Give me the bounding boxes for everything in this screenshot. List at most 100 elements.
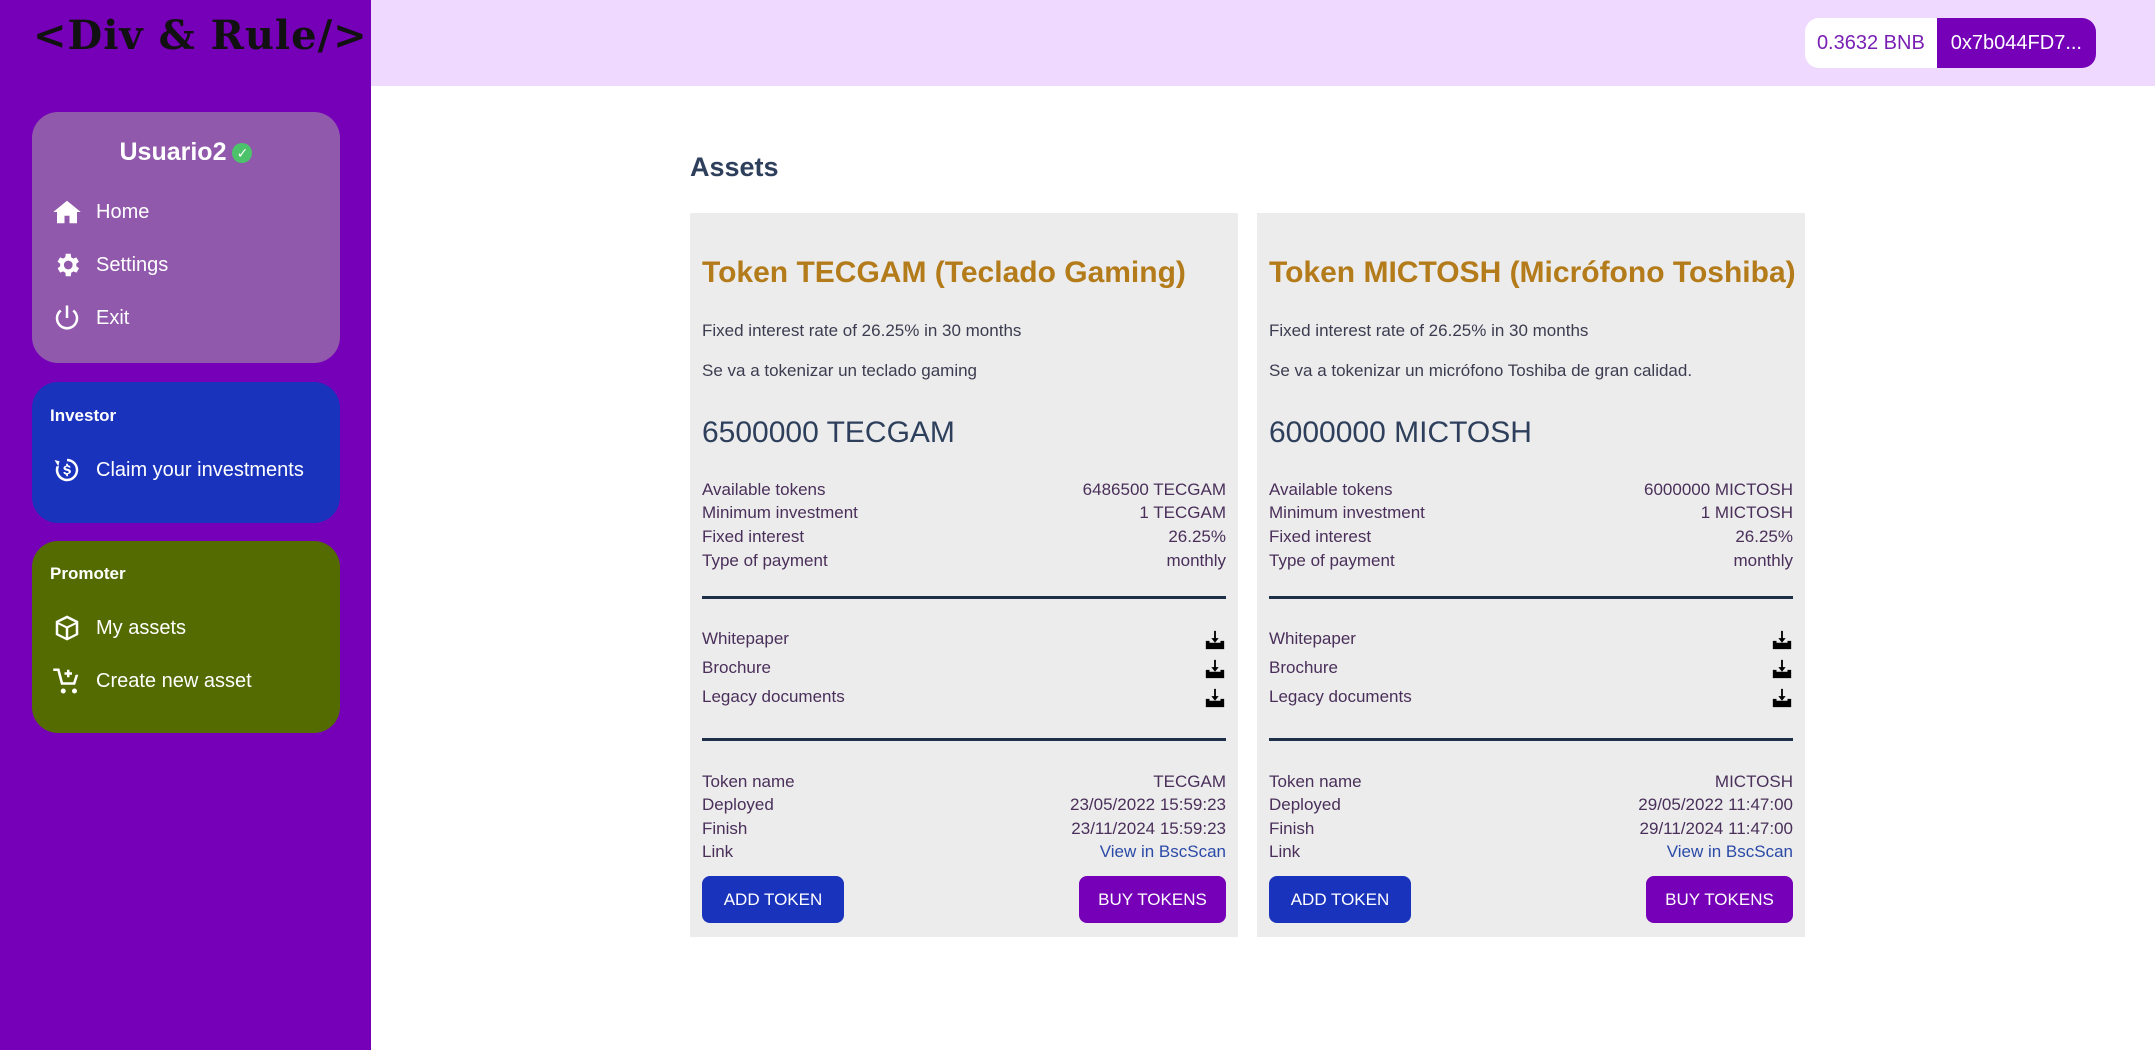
asset-rate: Fixed interest rate of 26.25% in 30 mont… (702, 321, 1022, 340)
info-value: TECGAM (1153, 772, 1226, 791)
info-value: 23/05/2022 15:59:23 (1070, 795, 1226, 814)
bscscan-link[interactable]: View in BscScan (1667, 842, 1793, 865)
detail-value: 1 MICTOSH (1700, 503, 1793, 522)
info-value: 29/11/2024 11:47:00 (1639, 819, 1793, 838)
info-label: Token name (1269, 772, 1362, 791)
detail-row: Fixed interest 26.25% (1269, 527, 1793, 550)
info-label: Token name (702, 772, 795, 791)
promoter-title: Promoter (50, 564, 126, 583)
info-row: Token name MICTOSH (1269, 772, 1793, 795)
add-token-button[interactable]: ADD TOKEN (702, 876, 844, 923)
power-icon (55, 305, 79, 330)
download-icon[interactable] (1771, 687, 1793, 710)
check-circle-icon: ✓ (232, 143, 253, 163)
bscscan-link[interactable]: View in BscScan (1100, 842, 1226, 865)
download-icon[interactable] (1771, 629, 1793, 652)
wallet-balance: 0.3632 BNB (1804, 18, 1937, 68)
asset-card: Token MICTOSH (Micrófono Toshiba) Fixed … (1257, 213, 1805, 937)
detail-row: Type of payment monthly (1269, 551, 1793, 574)
detail-value: monthly (1733, 551, 1793, 570)
nav-claim-label: Claim your investments (96, 458, 304, 481)
divider (1269, 596, 1793, 599)
document-row[interactable]: Legacy documents (702, 687, 1226, 710)
info-value: 29/05/2022 11:47:00 (1638, 795, 1793, 814)
document-label: Brochure (1269, 658, 1338, 677)
detail-row: Minimum investment 1 TECGAM (702, 503, 1226, 526)
wallet-widget[interactable]: 0.3632 BNB 0x7b044FD7... (1804, 18, 2096, 68)
info-row: Deployed 23/05/2022 15:59:23 (702, 795, 1226, 818)
document-label: Legacy documents (1269, 687, 1412, 706)
info-row: Link View in BscScan (1269, 842, 1793, 865)
detail-label: Type of payment (702, 551, 828, 570)
top-bar: 0.3632 BNB 0x7b044FD7... (371, 0, 2155, 86)
detail-value: 1 TECGAM (1139, 503, 1226, 522)
info-value: MICTOSH (1714, 772, 1793, 791)
gear-icon (57, 253, 79, 277)
app-logo[interactable]: <Div & Rule/> (33, 12, 367, 59)
download-icon[interactable] (1204, 687, 1226, 710)
document-row[interactable]: Brochure (1269, 658, 1793, 681)
info-label: Deployed (702, 795, 774, 814)
user-name-label: Usuario2 (119, 138, 227, 166)
info-label: Finish (702, 819, 748, 838)
document-row[interactable]: Brochure (702, 658, 1226, 681)
download-icon[interactable] (1204, 658, 1226, 681)
wallet-address[interactable]: 0x7b044FD7... (1936, 18, 2096, 68)
nav-exit[interactable]: Exit (52, 301, 129, 335)
asset-title: Token MICTOSH (Micrófono Toshiba) (1269, 256, 1796, 289)
buy-tokens-button[interactable]: BUY TOKENS (1079, 876, 1226, 923)
nav-my-assets[interactable]: My assets (52, 611, 186, 645)
sidebar: <Div & Rule/> Usuario2 ✓ Home Settings Ex… (0, 0, 371, 1050)
asset-amount: 6500000 TECGAM (702, 416, 955, 449)
detail-row: Fixed interest 26.25% (702, 527, 1226, 550)
buy-tokens-button[interactable]: BUY TOKENS (1646, 876, 1793, 923)
nav-create-asset-label: Create new asset (96, 669, 252, 692)
nav-home-label: Home (96, 200, 150, 223)
detail-value: 6486500 TECGAM (1082, 480, 1226, 499)
asset-description: Se va a tokenizar un teclado gaming (702, 361, 978, 380)
info-label: Link (702, 842, 734, 861)
divider (1269, 738, 1793, 741)
nav-home[interactable]: Home (52, 195, 149, 229)
info-value: 23/11/2024 15:59:23 (1071, 819, 1226, 838)
detail-row: Minimum investment 1 MICTOSH (1269, 503, 1793, 526)
nav-exit-label: Exit (96, 306, 130, 329)
add-token-button[interactable]: ADD TOKEN (1269, 876, 1411, 923)
info-row: Finish 23/11/2024 15:59:23 (702, 819, 1226, 842)
cart-plus-icon (53, 668, 79, 694)
detail-row: Available tokens 6486500 TECGAM (702, 480, 1226, 503)
home-icon (53, 200, 81, 224)
nav-create-asset[interactable]: Create new asset (52, 664, 252, 698)
asset-description: Se va a tokenizar un micrófono Toshiba d… (1269, 361, 1693, 380)
investor-title: Investor (50, 406, 117, 425)
detail-row: Available tokens 6000000 MICTOSH (1269, 480, 1793, 503)
download-icon[interactable] (1204, 629, 1226, 652)
document-label: Whitepaper (702, 629, 789, 648)
document-row[interactable]: Whitepaper (1269, 629, 1793, 652)
user-name: Usuario2 ✓ (32, 138, 340, 167)
detail-value: 26.25% (1735, 527, 1793, 546)
detail-label: Fixed interest (1269, 527, 1372, 546)
detail-label: Available tokens (702, 480, 826, 499)
asset-amount: 6000000 MICTOSH (1269, 416, 1532, 449)
download-icon[interactable] (1771, 658, 1793, 681)
asset-card: Token TECGAM (Teclado Gaming) Fixed inte… (690, 213, 1238, 937)
detail-label: Minimum investment (1269, 503, 1425, 522)
info-label: Link (1269, 842, 1301, 861)
detail-value: 6000000 MICTOSH (1644, 480, 1793, 499)
box-icon (55, 615, 79, 641)
detail-label: Minimum investment (702, 503, 858, 522)
page-title: Assets (690, 152, 779, 182)
promoter-card: Promoter My assets Create new asset (32, 541, 340, 733)
asset-title: Token TECGAM (Teclado Gaming) (702, 256, 1186, 289)
info-row: Token name TECGAM (702, 772, 1226, 795)
nav-settings[interactable]: Settings (52, 248, 168, 282)
document-label: Brochure (702, 658, 771, 677)
detail-value: monthly (1166, 551, 1226, 570)
document-row[interactable]: Whitepaper (702, 629, 1226, 652)
nav-claim-investments[interactable]: Claim your investments (52, 453, 304, 487)
user-card: Usuario2 ✓ Home Settings Exit (32, 112, 340, 363)
info-row: Finish 29/11/2024 11:47:00 (1269, 819, 1793, 842)
info-label: Finish (1269, 819, 1315, 838)
document-row[interactable]: Legacy documents (1269, 687, 1793, 710)
